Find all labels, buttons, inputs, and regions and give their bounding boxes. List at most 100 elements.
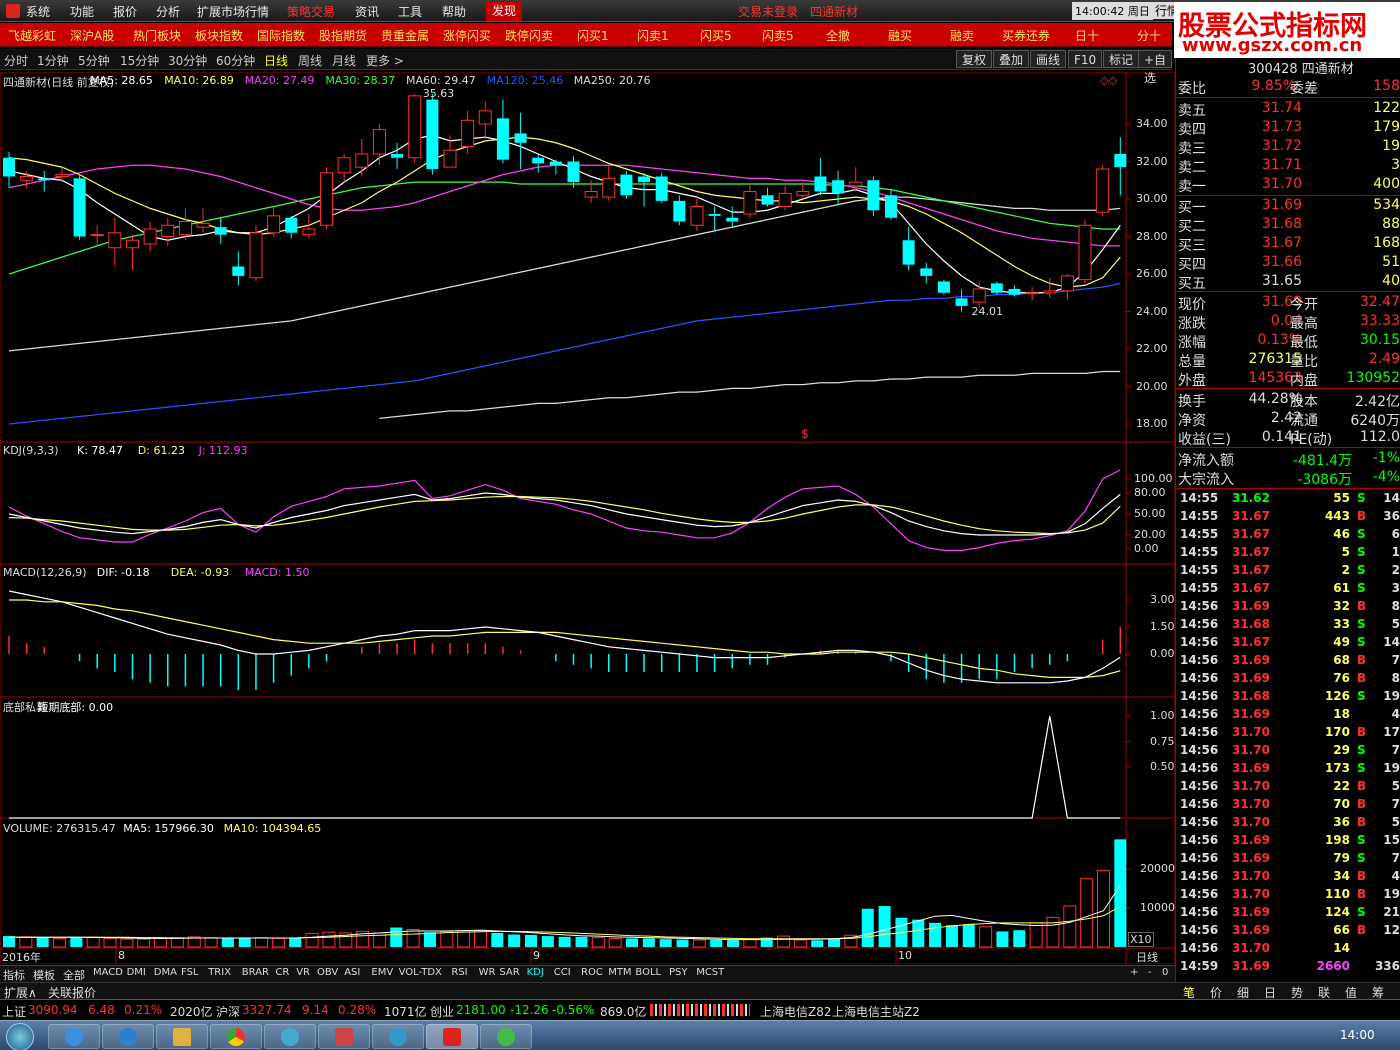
menu-item-0[interactable]: 系统: [26, 3, 50, 20]
taskbar-ie2[interactable]: [102, 1024, 154, 1049]
menu-item-3[interactable]: 分析: [156, 3, 180, 20]
indicator-tab-24[interactable]: MCST: [696, 967, 724, 978]
indicator-tab-19[interactable]: CCI: [554, 967, 571, 978]
taskbar-app3[interactable]: [372, 1024, 424, 1049]
server-primary[interactable]: 上海电信Z82: [760, 1003, 832, 1020]
menu-item-4[interactable]: 扩展市场行情: [197, 3, 269, 20]
tick-time: 14:55: [1180, 491, 1219, 505]
indicator-tab-17[interactable]: SAR: [499, 967, 519, 978]
indicator-tab-20[interactable]: ROC: [581, 967, 603, 978]
chart-tool-5[interactable]: +自选: [1138, 50, 1173, 85]
toolbar-btn-8[interactable]: 跌停闪卖: [505, 27, 553, 44]
quote-row: 换手 44.28% 股本 2.42亿: [1176, 390, 1400, 410]
indicator-ctrl-2[interactable]: 0: [1162, 967, 1168, 978]
taskbar-ie[interactable]: [48, 1024, 100, 1049]
indicator-ctrl-0[interactable]: +: [1130, 967, 1138, 978]
taskbar-app2[interactable]: [318, 1024, 370, 1049]
toolbar-btn-9[interactable]: 闪买1: [577, 27, 609, 44]
indicator-tab-3[interactable]: MACD: [93, 967, 123, 978]
indicator-tab-10[interactable]: VR: [296, 967, 310, 978]
indicator-tab-8[interactable]: BRAR: [242, 967, 269, 978]
indicator-tab-0[interactable]: 指标: [3, 967, 25, 983]
period-6[interactable]: 日线: [264, 52, 288, 69]
menu-item-8[interactable]: 帮助: [442, 3, 466, 20]
indicator-tab-21[interactable]: MTM: [608, 967, 631, 978]
candle-down: [832, 180, 845, 194]
indicator-tab-14[interactable]: VOL-TDX: [399, 967, 442, 978]
trade-login-status[interactable]: 交易未登录: [738, 3, 798, 20]
period-4[interactable]: 30分钟: [168, 52, 207, 69]
period-5[interactable]: 60分钟: [216, 52, 255, 69]
toolbar-btn-15[interactable]: 融卖: [950, 27, 974, 44]
indicator-tab-11[interactable]: OBV: [317, 967, 338, 978]
toolbar-btn-0[interactable]: 飞越彩虹: [8, 27, 56, 44]
period-2[interactable]: 5分钟: [78, 52, 110, 69]
indicator-tab-2[interactable]: 全部: [63, 967, 85, 983]
volume-bar-down: [390, 927, 403, 947]
indicator-tab-13[interactable]: EMV: [371, 967, 393, 978]
period-1[interactable]: 1分钟: [37, 52, 69, 69]
menu-item-1[interactable]: 功能: [70, 3, 94, 20]
chart-tool-4[interactable]: 标记: [1103, 50, 1140, 68]
chart-tool-0[interactable]: 复权: [956, 50, 993, 68]
indicator-tab-7[interactable]: TRIX: [208, 967, 231, 978]
menu-item-6[interactable]: 资讯: [355, 3, 379, 20]
period-9[interactable]: 更多 >: [366, 52, 404, 69]
toolbar-btn-7[interactable]: 涨停闪买: [443, 27, 491, 44]
period-3[interactable]: 15分钟: [120, 52, 159, 69]
toolbar-btn-16[interactable]: 买券还券: [1002, 27, 1050, 44]
indicator-tab-9[interactable]: CR: [275, 967, 289, 978]
toolbar-btn-18[interactable]: 分十: [1137, 27, 1161, 44]
indicator-tab-12[interactable]: ASI: [344, 967, 360, 978]
chart-tool-3[interactable]: F10: [1068, 50, 1103, 68]
toolbar-btn-2[interactable]: 热门板块: [133, 27, 181, 44]
trade-tick-row: 14:55 31.67 46 S 6: [1176, 525, 1400, 543]
taskbar-app4[interactable]: [480, 1024, 532, 1049]
tick-time: 14:56: [1180, 635, 1219, 649]
taskbar-chrome[interactable]: [210, 1024, 262, 1049]
period-8[interactable]: 月线: [332, 52, 356, 69]
chart-tool-1[interactable]: 叠加: [993, 50, 1030, 68]
separator: [1176, 291, 1400, 292]
menu-item-5[interactable]: 策略交易: [287, 3, 335, 20]
chart-tool-2[interactable]: 画线: [1030, 50, 1067, 68]
menu-item-9[interactable]: 发现: [486, 1, 523, 21]
indicator-tab-23[interactable]: PSY: [669, 967, 688, 978]
weicha-value: 158: [1373, 78, 1400, 94]
toolbar-btn-11[interactable]: 闪买5: [700, 27, 732, 44]
indicator-tab-4[interactable]: DMI: [127, 967, 146, 978]
toolbar-btn-6[interactable]: 贵重金属: [381, 27, 429, 44]
period-0[interactable]: 分时: [4, 52, 28, 69]
toolbar-btn-1[interactable]: 深沪A股: [70, 27, 114, 44]
tick-volume: 76: [1333, 671, 1350, 685]
toolbar-btn-4[interactable]: 国际指数: [257, 27, 305, 44]
toolbar-btn-17[interactable]: 日十: [1075, 27, 1099, 44]
taskbar-stock-app[interactable]: [426, 1024, 478, 1049]
toolbar-btn-10[interactable]: 闪卖1: [637, 27, 669, 44]
indicator-tab-5[interactable]: DMA: [154, 967, 177, 978]
kline-chart-area[interactable]: [0, 72, 1175, 964]
taskbar-app1[interactable]: [264, 1024, 316, 1049]
tick-volume: 34: [1333, 869, 1350, 883]
tick-volume: 110: [1324, 887, 1350, 901]
toolbar-btn-3[interactable]: 板块指数: [195, 27, 243, 44]
indicator-tab-1[interactable]: 模板: [33, 967, 55, 983]
start-button[interactable]: [6, 1023, 34, 1050]
toolbar-btn-13[interactable]: 全撤: [826, 27, 850, 44]
indicator-tab-15[interactable]: RSI: [451, 967, 467, 978]
indicator-tab-22[interactable]: BOLL: [635, 967, 661, 978]
indicator-tab-18[interactable]: KDJ: [527, 967, 544, 978]
indicator-ctrl-1[interactable]: -: [1148, 967, 1152, 978]
indicator-tab-16[interactable]: WR: [479, 967, 496, 978]
taskbar-folder[interactable]: [156, 1024, 208, 1049]
toolbar-btn-5[interactable]: 股指期货: [319, 27, 367, 44]
menu-item-7[interactable]: 工具: [398, 3, 422, 20]
indicator-tab-6[interactable]: FSL: [181, 967, 199, 978]
toolbar-btn-14[interactable]: 融买: [888, 27, 912, 44]
toolbar-btn-12[interactable]: 闪卖5: [762, 27, 794, 44]
tick-count: 3: [1391, 581, 1400, 595]
server-secondary[interactable]: 上海电信主站Z2: [832, 1003, 920, 1020]
period-7[interactable]: 周线: [298, 52, 322, 69]
taskbar-clock[interactable]: 14:00: [1340, 1028, 1375, 1042]
menu-item-2[interactable]: 报价: [113, 3, 137, 20]
